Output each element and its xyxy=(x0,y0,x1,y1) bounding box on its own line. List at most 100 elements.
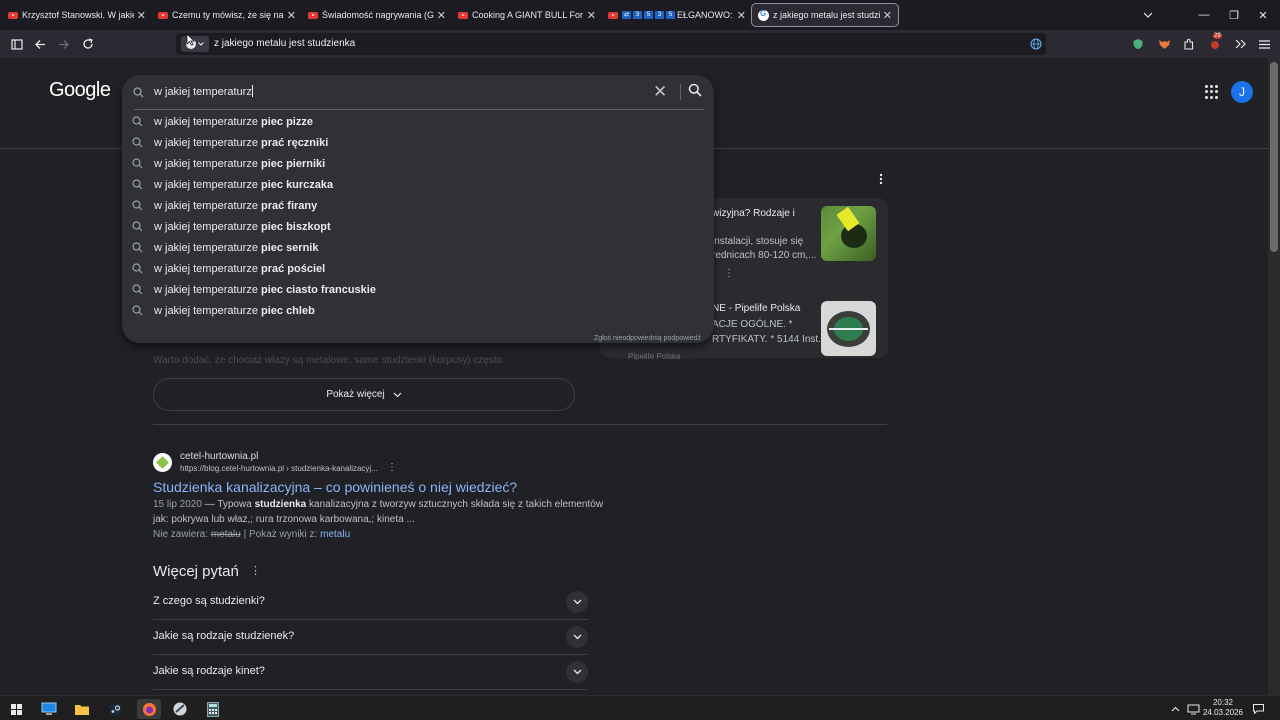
suggestion-prefix: w jakiej temperaturze xyxy=(154,305,258,317)
question-row[interactable]: Jakie są rodzaje kinet? xyxy=(153,655,588,690)
back-icon[interactable] xyxy=(30,34,50,54)
tab-close-icon[interactable]: ✕ xyxy=(287,9,296,22)
google-icon xyxy=(758,9,769,21)
extensions-puzzle-icon[interactable] xyxy=(1181,36,1197,52)
side-card-1-line: instalacji, stosuje się xyxy=(712,236,804,247)
tab-6-active[interactable]: z jakiego metalu jest studzienka ✕ xyxy=(751,3,899,27)
more-options-icon[interactable]: ⋮ xyxy=(250,564,261,577)
manhole-thumbnail[interactable] xyxy=(821,206,876,261)
side-card-1-title[interactable]: wizyjna? Rodzaje i xyxy=(712,208,795,219)
tab-close-icon[interactable]: ✕ xyxy=(437,9,446,22)
show-results-label: | Pokaż wyniki z: xyxy=(240,529,321,540)
youtube-icon xyxy=(458,11,468,19)
suggestion-prefix: w jakiej temperaturze xyxy=(154,263,258,275)
suggestion-item[interactable]: w jakiej temperaturze piec biszkopt xyxy=(122,217,714,238)
steam-icon[interactable] xyxy=(105,699,125,719)
reload-icon[interactable] xyxy=(78,34,98,54)
file-explorer-icon[interactable] xyxy=(72,699,92,719)
tab-title: Krzysztof Stanowski. W jakiej sp xyxy=(22,10,134,20)
shield-extension-icon[interactable] xyxy=(1130,36,1146,52)
address-text[interactable]: z jakiego metalu jest studzienka xyxy=(214,38,355,49)
remote-desktop-icon[interactable] xyxy=(39,699,59,719)
forward-icon[interactable] xyxy=(54,34,74,54)
list-all-tabs-icon[interactable] xyxy=(1131,0,1165,30)
tab-5[interactable]: ⇄ 3 5 3 5 EŁGANOWO: D ✕ xyxy=(602,0,752,30)
windows-start-icon[interactable] xyxy=(6,699,26,719)
chevron-down-icon[interactable] xyxy=(566,661,588,683)
search-autocomplete-dropdown: w jakiej temperaturz ✕ w jakiej temperat… xyxy=(122,75,714,343)
digit-badge: 3 xyxy=(633,11,642,19)
minimize-icon[interactable]: — xyxy=(1187,0,1221,30)
fox-extension-icon[interactable] xyxy=(1156,36,1172,52)
chevron-down-icon xyxy=(393,392,402,397)
question-row[interactable]: Z czego są studzienki? xyxy=(153,585,588,620)
suggestion-completion: piec pierniki xyxy=(261,158,326,170)
tab-close-icon[interactable]: ✕ xyxy=(587,9,596,22)
notification-icon[interactable] xyxy=(1250,699,1266,719)
youtube-icon xyxy=(308,11,318,19)
more-options-icon[interactable]: ⋮ xyxy=(724,268,734,279)
chevron-down-icon xyxy=(198,42,204,46)
suggestion-completion: prać pościel xyxy=(261,263,326,275)
dropdown-divider xyxy=(134,109,704,110)
snippet-text: — Typowa xyxy=(201,499,255,510)
question-row[interactable]: Jakie są rodzaje studzienek? xyxy=(153,620,588,655)
tray-chevron-up-icon[interactable] xyxy=(1168,699,1182,719)
suggestion-completion: piec sernik xyxy=(261,242,319,254)
tab-4[interactable]: Cooking A GIANT BULL For A G ✕ xyxy=(452,0,602,30)
chevron-down-icon[interactable] xyxy=(566,626,588,648)
media-app-icon[interactable] xyxy=(170,699,190,719)
chevron-down-icon[interactable] xyxy=(566,591,588,613)
result-title-link[interactable]: Studzienka kanalizacyjna – co powinieneś… xyxy=(153,479,517,495)
overflow-chevron-icon[interactable] xyxy=(1232,36,1248,52)
suggestion-item[interactable]: w jakiej temperaturze piec chleb xyxy=(122,301,714,322)
search-input-row: w jakiej temperaturz ✕ xyxy=(122,75,714,110)
clear-search-icon[interactable]: ✕ xyxy=(653,82,667,102)
tab-3[interactable]: Świadomość nagrywania (Giełd ✕ xyxy=(302,0,452,30)
suggestion-item[interactable]: w jakiej temperaturze prać ręczniki xyxy=(122,133,714,154)
digit-badge: 3 xyxy=(655,11,664,19)
suggestion-completion: piec kurczaka xyxy=(261,179,334,191)
system-clock[interactable]: 20:32 24.03.2026 xyxy=(1200,698,1246,718)
hamburger-menu-icon[interactable] xyxy=(1256,36,1272,52)
google-logo[interactable]: Google xyxy=(49,79,111,102)
suggestion-item[interactable]: w jakiej temperaturze prać pościel xyxy=(122,259,714,280)
addon-badge-icon[interactable]: 29 xyxy=(1207,33,1223,52)
scrollbar-thumb[interactable] xyxy=(1270,62,1278,252)
tab-close-icon[interactable]: ✕ xyxy=(883,9,892,22)
firefox-icon[interactable] xyxy=(137,699,161,719)
page-scrollbar[interactable] xyxy=(1268,58,1280,695)
search-icon xyxy=(132,242,143,253)
search-input[interactable]: w jakiej temperaturz xyxy=(154,85,253,98)
result-url[interactable]: https://blog.cetel-hurtownia.pl › studzi… xyxy=(180,464,378,473)
youtube-icon xyxy=(158,11,168,19)
close-window-icon[interactable]: ✕ xyxy=(1246,0,1280,30)
apps-grid-icon[interactable] xyxy=(1205,85,1219,99)
sidebar-toggle-icon[interactable] xyxy=(7,34,27,54)
suggestion-prefix: w jakiej temperaturze xyxy=(154,137,258,149)
calculator-icon[interactable] xyxy=(203,699,223,719)
report-suggestion-link[interactable]: Zgłoś nieodpowiednią podpowiedź xyxy=(594,335,701,342)
translate-globe-icon[interactable] xyxy=(1030,38,1042,50)
suggestion-item[interactable]: w jakiej temperaturze piec pierniki xyxy=(122,154,714,175)
more-options-icon[interactable]: ⋮ xyxy=(387,462,397,473)
avatar[interactable]: J xyxy=(1231,81,1253,103)
result-site-name[interactable]: cetel-hurtownia.pl xyxy=(180,451,258,462)
search-submit-icon[interactable] xyxy=(688,83,702,97)
address-bar[interactable]: z jakiego metalu jest studzienka xyxy=(176,33,1046,55)
tab-close-icon[interactable]: ✕ xyxy=(137,9,146,22)
suggestion-item[interactable]: w jakiej temperaturze piec sernik xyxy=(122,238,714,259)
tab-2[interactable]: Czemu ty mówisz, że się na ciel ✕ xyxy=(152,0,302,30)
suggestion-item[interactable]: w jakiej temperaturze prać firany xyxy=(122,196,714,217)
suggestion-item[interactable]: w jakiej temperaturze piec pizze xyxy=(122,112,714,133)
pipe-thumbnail[interactable] xyxy=(821,301,876,356)
more-options-icon[interactable] xyxy=(874,172,888,186)
suggestion-item[interactable]: w jakiej temperaturze piec ciasto francu… xyxy=(122,280,714,301)
side-card-2-title[interactable]: NE - Pipelife Polska xyxy=(712,303,800,314)
show-more-button[interactable]: Pokaż więcej xyxy=(153,378,575,411)
tab-close-icon[interactable]: ✕ xyxy=(737,9,746,22)
digit-badge: 5 xyxy=(666,11,675,19)
tab-1[interactable]: Krzysztof Stanowski. W jakiej sp ✕ xyxy=(2,0,152,30)
suggestion-item[interactable]: w jakiej temperaturze piec kurczaka xyxy=(122,175,714,196)
show-results-link[interactable]: metalu xyxy=(320,529,350,540)
